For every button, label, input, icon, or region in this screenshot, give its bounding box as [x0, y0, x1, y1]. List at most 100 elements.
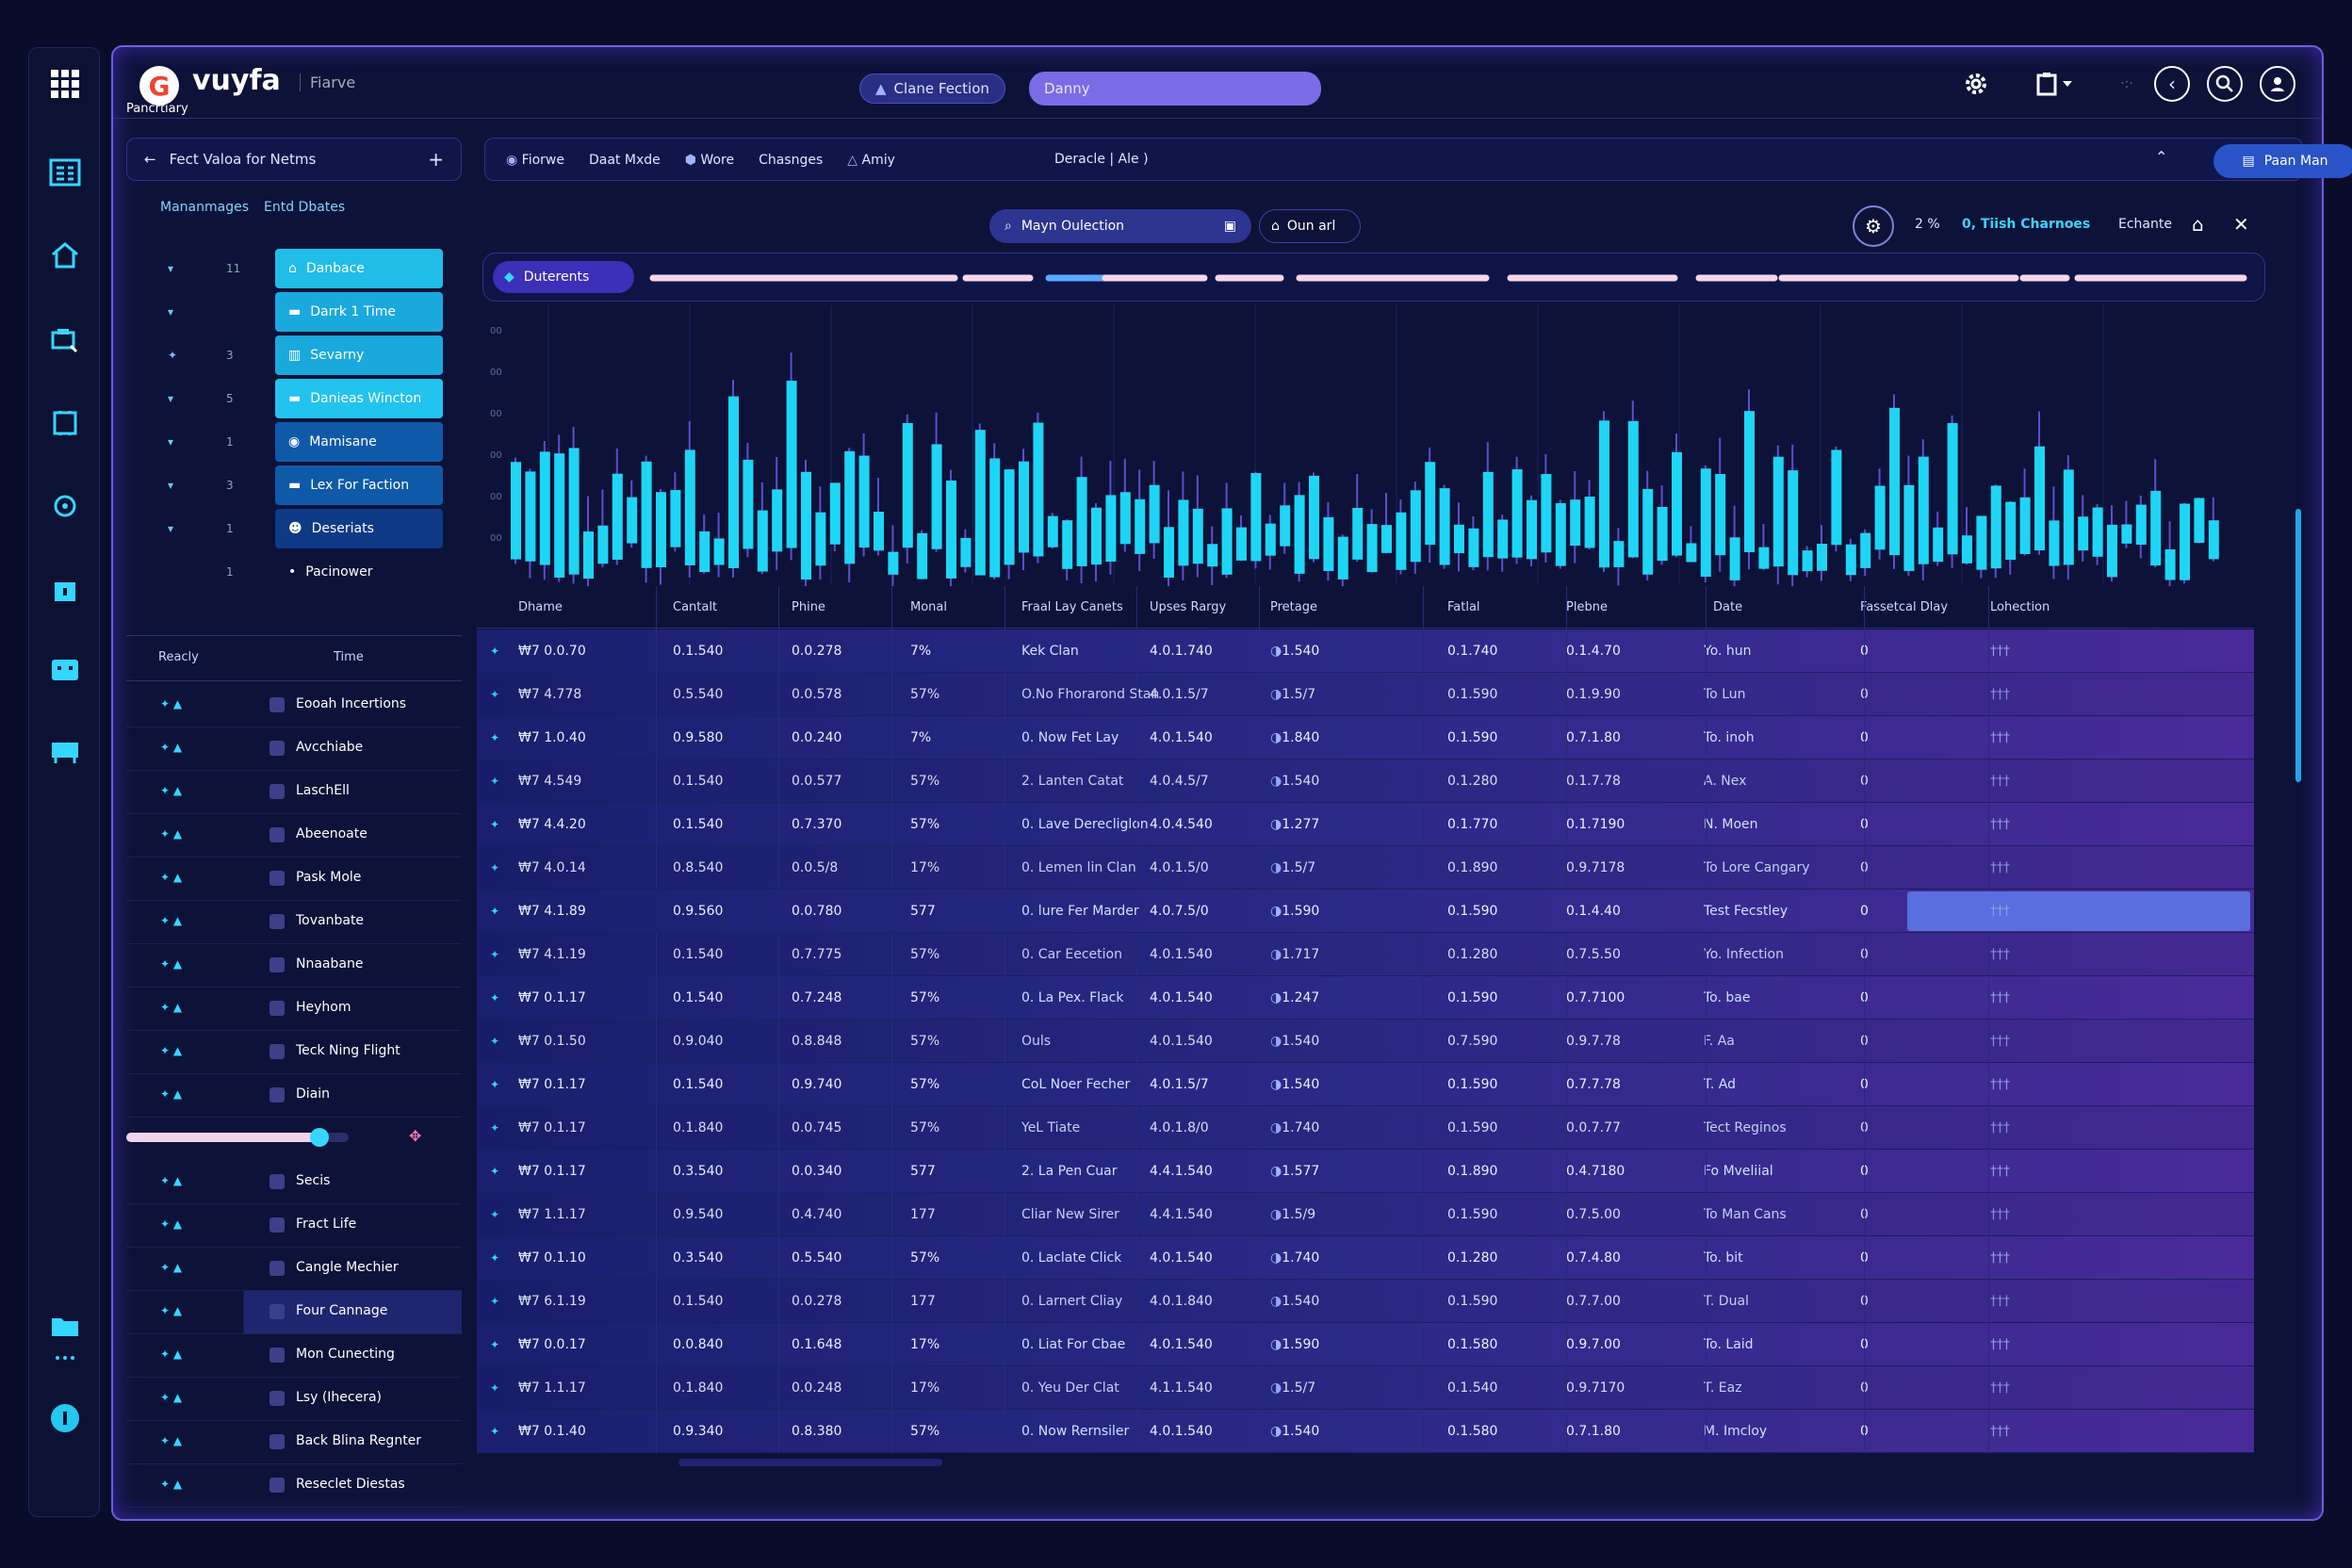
- candle-body[interactable]: [946, 480, 956, 579]
- candle-body[interactable]: [1221, 508, 1233, 575]
- apps-grid-icon[interactable]: [46, 65, 84, 103]
- candle-body[interactable]: [858, 455, 870, 548]
- candle-body[interactable]: [1802, 550, 1813, 572]
- lock-icon[interactable]: [46, 570, 84, 608]
- candle-body[interactable]: [1207, 544, 1218, 567]
- tree-item[interactable]: ⌂ Danbace: [275, 249, 443, 288]
- candle-body[interactable]: [713, 538, 725, 565]
- candle-body[interactable]: [1527, 499, 1537, 560]
- column-header[interactable]: Monal: [910, 586, 947, 628]
- candle-body[interactable]: [1091, 507, 1102, 565]
- column-header[interactable]: Fraal Lay Canets: [1021, 586, 1123, 628]
- candle-body[interactable]: [1933, 527, 1944, 563]
- tree-item[interactable]: ☻ Deseriats: [275, 509, 443, 548]
- candle-body[interactable]: [728, 396, 739, 569]
- left-row[interactable]: ✦ ▲ Fract Life: [126, 1204, 462, 1248]
- home-pill[interactable]: ⌂ Oun arl: [1259, 209, 1361, 243]
- candle-body[interactable]: [1119, 492, 1131, 545]
- more-dots-icon[interactable]: [46, 1348, 84, 1367]
- clipboard-dropdown-icon[interactable]: [2028, 66, 2084, 102]
- row-markers-icon[interactable]: ✦ ▲: [160, 1304, 182, 1317]
- row-markers-icon[interactable]: ✦ ▲: [160, 827, 182, 841]
- chart-range-bars[interactable]: [483, 253, 2266, 302]
- candle-body[interactable]: [1482, 471, 1494, 558]
- candle-body[interactable]: [801, 471, 811, 580]
- print-icon[interactable]: [46, 321, 84, 359]
- candle-body[interactable]: [1454, 524, 1464, 554]
- horizontal-scrollbar[interactable]: [678, 1459, 942, 1466]
- gear-icon[interactable]: [1958, 66, 1994, 102]
- candle-body[interactable]: [1584, 497, 1595, 548]
- row-markers-icon[interactable]: ✦ ▲: [160, 957, 182, 971]
- left-row[interactable]: ✦ ▲ Tovanbate: [126, 901, 462, 944]
- candle-body[interactable]: [699, 531, 710, 573]
- candle-body[interactable]: [1076, 477, 1087, 566]
- slider-track[interactable]: [126, 1128, 349, 1147]
- row-markers-icon[interactable]: ✦ ▲: [160, 697, 182, 710]
- tree-item[interactable]: ◉ Mamisane: [275, 422, 443, 462]
- plan-button[interactable]: ▤ Paan Man: [2213, 144, 2352, 178]
- changes-link[interactable]: 0, Tiish Charnoes: [1962, 217, 2090, 232]
- candle-body[interactable]: [1672, 451, 1682, 556]
- row-markers-icon[interactable]: ✦ ▲: [160, 1261, 182, 1274]
- candle-body[interactable]: [1657, 506, 1668, 562]
- candle-body[interactable]: [917, 532, 928, 580]
- candle-body[interactable]: [2107, 524, 2117, 578]
- candle-body[interactable]: [1627, 420, 1639, 558]
- tree-item[interactable]: • Pacinower: [275, 552, 443, 592]
- left-row[interactable]: ✦ ▲ Abeenoate: [126, 814, 462, 858]
- row-markers-icon[interactable]: ✦ ▲: [160, 741, 182, 754]
- candle-body[interactable]: [2005, 501, 2017, 561]
- toolbar-item[interactable]: ⬢ Wore: [685, 153, 734, 168]
- column-header[interactable]: Dhame: [518, 586, 563, 628]
- column-header[interactable]: Phine: [792, 586, 825, 628]
- candle-body[interactable]: [1366, 524, 1378, 573]
- tree-item[interactable]: ▬ Lex For Faction: [275, 466, 443, 505]
- candle-body[interactable]: [1541, 474, 1552, 553]
- candle-body[interactable]: [670, 490, 681, 547]
- candle-body[interactable]: [1570, 499, 1581, 547]
- left-row[interactable]: ✦ ▲ Heyhom: [126, 988, 462, 1031]
- candle-body[interactable]: [2049, 520, 2060, 566]
- candle-body[interactable]: [829, 482, 841, 545]
- column-header[interactable]: Lohection: [1990, 586, 2050, 628]
- candle-body[interactable]: [2121, 524, 2132, 544]
- candle-body[interactable]: [1845, 544, 1856, 576]
- column-header[interactable]: Date: [1713, 586, 1742, 628]
- left-row[interactable]: ✦ ▲ Avcchiabe: [126, 727, 462, 771]
- toolbar-item[interactable]: △ Amiy: [847, 153, 895, 168]
- candle-body[interactable]: [641, 461, 652, 568]
- candle-body[interactable]: [612, 473, 623, 560]
- table-row[interactable]: ✦ ₩7 4.1.89 0.9.560 0.0.780 577 0. lure Fer M…: [477, 890, 2254, 933]
- candle-body[interactable]: [568, 448, 580, 575]
- info-circle-icon[interactable]: [46, 1399, 84, 1437]
- candle-body[interactable]: [1425, 462, 1436, 546]
- candle-body[interactable]: [1817, 544, 1827, 571]
- candle-body[interactable]: [583, 531, 594, 579]
- candle-body[interactable]: [1758, 547, 1770, 569]
- candle-body[interactable]: [1468, 528, 1479, 567]
- dashboard-icon[interactable]: [46, 154, 84, 191]
- candle-body[interactable]: [1831, 449, 1842, 546]
- search-collection-input[interactable]: ⌕ Mayn Oulection ▣: [989, 209, 1251, 243]
- candle-body[interactable]: [772, 489, 783, 552]
- left-row[interactable]: ✦ ▲ Back Blina Regnter: [126, 1421, 462, 1464]
- candle-body[interactable]: [1889, 407, 1900, 556]
- calendar-icon[interactable]: ▣: [1224, 219, 1236, 234]
- candle-body[interactable]: [1744, 411, 1755, 552]
- candle-body[interactable]: [1947, 422, 1958, 555]
- tree-item[interactable]: ▬ Danieas Wincton: [275, 379, 443, 418]
- candle-body[interactable]: [1410, 490, 1421, 563]
- add-icon[interactable]: +: [428, 148, 444, 171]
- search-icon[interactable]: [2207, 66, 2243, 102]
- left-row[interactable]: ✦ ▲ Secis: [126, 1161, 462, 1204]
- candle-body[interactable]: [1700, 468, 1711, 578]
- candle-body[interactable]: [743, 459, 754, 549]
- column-header[interactable]: Fassetcal Dlay: [1860, 586, 1948, 628]
- tree-toggle-icon[interactable]: ▾: [168, 305, 173, 318]
- candle-body[interactable]: [597, 525, 609, 564]
- candle-body[interactable]: [815, 512, 826, 566]
- candle-body[interactable]: [2034, 446, 2045, 551]
- tab-mananmages[interactable]: Mananmages: [160, 200, 249, 215]
- candle-body[interactable]: [974, 430, 986, 576]
